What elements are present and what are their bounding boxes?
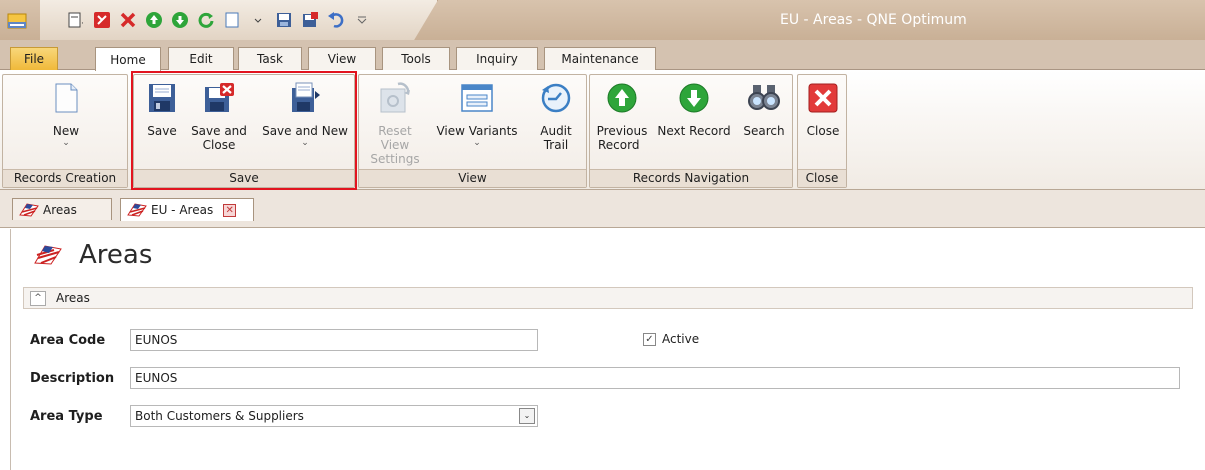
group-records-creation: New ⌄ Records Creation [2,74,128,188]
view-variants-icon [461,84,493,112]
audit-trail-icon [541,83,571,113]
group-label-records-creation: Records Creation [3,169,127,187]
reset-view-label-2: Settings [370,152,420,166]
svg-text:·: · [81,19,84,29]
new-doc-dropdown-icon[interactable]: · [66,10,86,30]
view-variants-button[interactable]: View Variants ⌄ [429,81,525,148]
app-logo-icon[interactable] [6,10,28,32]
audit-trail-label-1: Audit [540,124,572,138]
doc-tab-eu-areas[interactable]: EU - Areas ✕ [120,198,254,221]
new-button-label: New [52,124,80,138]
active-label: Active [662,332,700,346]
doc-tab-eu-areas-label: EU - Areas [151,203,214,217]
collapse-button[interactable]: ^ [30,291,46,306]
new-icon[interactable] [222,10,242,30]
binoculars-icon [748,85,780,110]
new-document-icon [55,83,78,113]
reset-view-label-1: Reset View [378,124,412,152]
tab-file[interactable]: File [10,47,58,70]
previous-record-label-1: Previous [596,124,648,138]
undo-icon[interactable] [326,10,346,30]
save-icon[interactable] [274,10,294,30]
flag-icon [127,203,147,217]
delete-icon[interactable] [92,10,112,30]
search-button[interactable]: Search [738,81,790,138]
document-tabs: Areas EU - Areas ✕ [0,190,1205,228]
close-tab-icon[interactable]: ✕ [223,203,237,217]
tab-home[interactable]: Home [95,47,161,71]
cancel-icon[interactable] [118,10,138,30]
active-checkbox[interactable]: ✓ [643,333,656,346]
close-icon [808,83,838,113]
tab-tools[interactable]: Tools [382,47,450,70]
customize-qat-icon[interactable] [352,10,372,30]
previous-icon[interactable] [144,10,164,30]
close-button[interactable]: Close [802,81,844,138]
area-type-select[interactable]: Both Customers & Suppliers ⌄ [130,405,538,427]
page-title: Areas [79,240,153,270]
section-header: ^ Areas [23,287,1193,309]
area-code-input[interactable]: EUNOS [130,329,538,351]
area-code-label: Area Code [30,333,106,348]
window-title: EU - Areas - QNE Optimum [780,12,967,28]
previous-record-icon [607,83,637,113]
doc-tab-areas-label: Areas [43,202,77,217]
group-label-records-navigation: Records Navigation [590,169,792,187]
area-type-value: Both Customers & Suppliers [135,409,304,423]
view-variants-caret: ⌄ [473,138,481,148]
flag-icon [34,245,62,265]
view-variants-label: View Variants [436,124,518,138]
description-label: Description [30,371,115,386]
tab-task[interactable]: Task [238,47,302,70]
audit-trail-button[interactable]: Audit Trail [529,81,583,152]
save-and-close-icon[interactable] [300,10,320,30]
ribbon-tabs: File Home Edit Task View Tools Inquiry M… [0,40,1205,71]
area-type-label: Area Type [30,409,103,424]
next-record-button[interactable]: Next Record [654,81,734,138]
flag-icon [19,202,39,217]
previous-record-button[interactable]: Previous Record [592,81,652,152]
refresh-icon[interactable] [196,10,216,30]
search-label: Search [743,124,785,138]
previous-record-label-2: Record [598,138,640,152]
save-group-highlight [131,71,357,190]
close-label: Close [806,124,840,138]
new-caret: ⌄ [62,138,70,148]
next-record-label: Next Record [657,124,731,138]
next-record-icon [679,83,709,113]
audit-trail-label-2: Trail [543,138,569,152]
group-label-view: View [359,169,586,187]
page-heading: Areas [33,240,152,270]
section-title: Areas [56,291,90,305]
reset-view-settings-icon [380,82,410,113]
new-button[interactable]: New ⌄ [33,81,99,148]
next-icon[interactable] [170,10,190,30]
tab-view[interactable]: View [308,47,376,70]
dropdown-small-icon[interactable] [248,10,268,30]
title-bar: · EU - Areas - QNE Optimum [0,0,1205,40]
tab-edit[interactable]: Edit [168,47,234,70]
group-view: Reset View Settings View Variants ⌄ Audi… [358,74,587,188]
tab-inquiry[interactable]: Inquiry [456,47,538,70]
group-close: Close Close [797,74,847,188]
tab-maintenance[interactable]: Maintenance [544,47,656,70]
content-area: Areas ^ Areas Area Code EUNOS ✓ Active D… [10,229,1205,470]
description-input[interactable]: EUNOS [130,367,1180,389]
chevron-down-icon[interactable]: ⌄ [519,408,535,424]
group-records-navigation: Previous Record Next Record Search Recor… [589,74,793,188]
quick-access-toolbar: · [66,10,372,30]
group-label-close: Close [798,169,846,187]
doc-tab-areas[interactable]: Areas [12,198,112,220]
reset-view-settings-button[interactable]: Reset View Settings [363,81,427,166]
